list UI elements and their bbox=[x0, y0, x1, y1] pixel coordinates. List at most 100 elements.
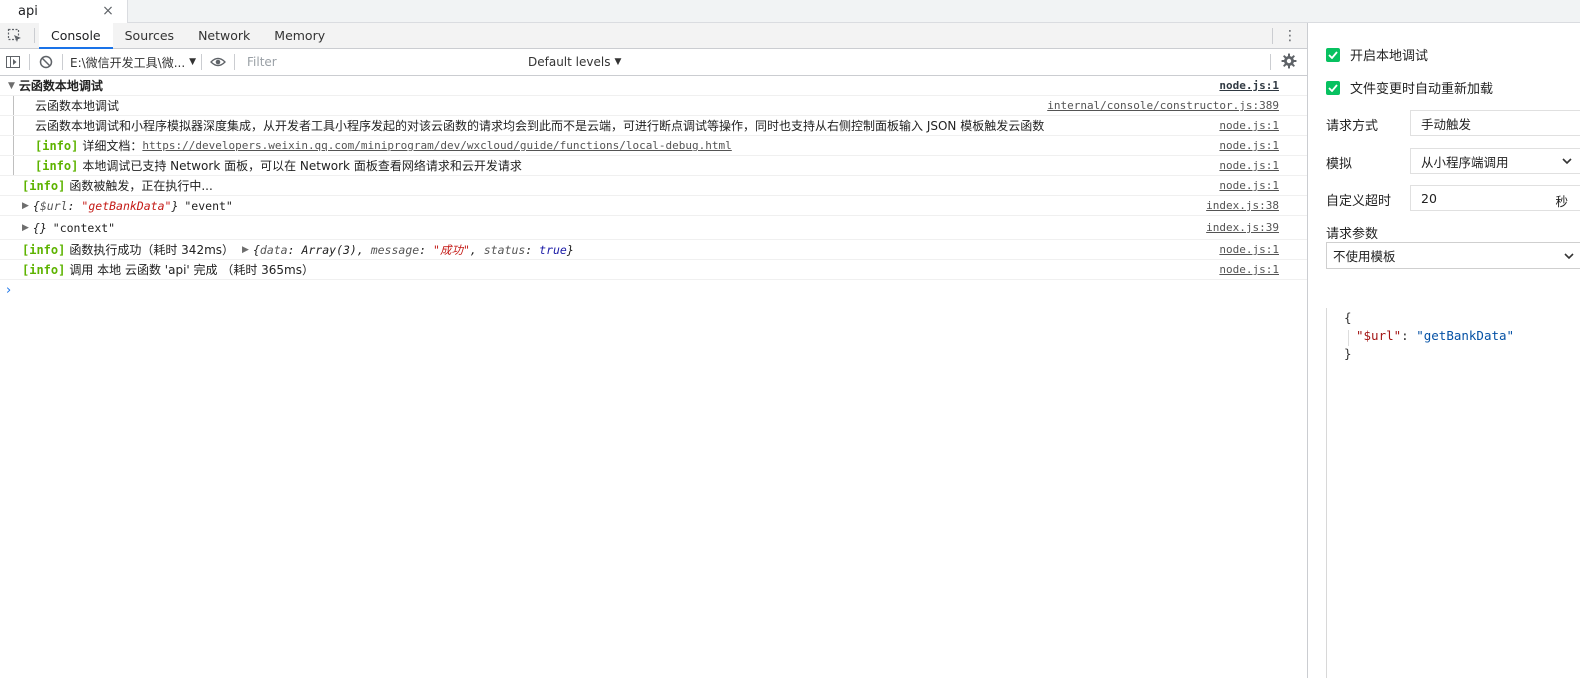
console-group-header[interactable]: ▼ 云函数本地调试 node.js:1 bbox=[0, 76, 1307, 96]
source-link[interactable]: node.js:1 bbox=[1219, 139, 1279, 152]
expand-triangle-icon[interactable]: ▶ bbox=[22, 223, 29, 233]
simulate-value: 从小程序端调用 bbox=[1421, 154, 1509, 170]
console-message: 云函数本地调试 internal/console/constructor.js:… bbox=[0, 96, 1307, 116]
template-value: 不使用模板 bbox=[1333, 249, 1396, 264]
console-message: [info] 本地调试已支持 Network 面板，可以在 Network 面板… bbox=[0, 156, 1307, 176]
menu-separator bbox=[1272, 28, 1273, 44]
console-message-context: ▶ {} "context" index.js:39 bbox=[0, 216, 1307, 240]
json-params-editor[interactable]: { "$url": "getBankData" } bbox=[1326, 308, 1580, 678]
json-line: "$url": "getBankData" bbox=[1356, 328, 1515, 343]
log-levels-dropdown[interactable]: Default levels ▼ bbox=[528, 55, 621, 69]
request-params-label: 请求参数 bbox=[1326, 227, 1379, 242]
indent-guide bbox=[1348, 330, 1349, 346]
source-link[interactable]: node.js:1 bbox=[1219, 119, 1279, 132]
toggle-sidebar-icon[interactable] bbox=[0, 49, 26, 75]
auto-reload-label: 文件变更时自动重新加载 bbox=[1350, 82, 1494, 97]
console-toolbar: E:\微信开发工具\微... ▼ Default levels ▼ bbox=[0, 49, 1307, 76]
message-text: 云函数本地调试和小程序模拟器深度集成，从开发者工具小程序发起的对该云函数的请求均… bbox=[35, 119, 1045, 133]
console-messages: ▼ 云函数本地调试 node.js:1 云函数本地调试 internal/con… bbox=[0, 76, 1307, 300]
console-message: [info] 详细文档： https://developers.weixin.q… bbox=[0, 136, 1307, 156]
toolbar-separator bbox=[201, 54, 202, 70]
toolbar-separator bbox=[234, 54, 235, 70]
enable-local-debug-label: 开启本地调试 bbox=[1350, 49, 1429, 64]
console-prompt[interactable]: › bbox=[0, 280, 1307, 300]
source-link[interactable]: internal/console/constructor.js:389 bbox=[1047, 99, 1279, 112]
info-tag: [info] bbox=[35, 158, 79, 173]
info-tag: [info] bbox=[35, 138, 79, 153]
chevron-down-icon bbox=[1564, 250, 1574, 265]
message-text: 详细文档： bbox=[82, 139, 143, 153]
source-link[interactable]: index.js:39 bbox=[1206, 221, 1279, 234]
simulate-label: 模拟 bbox=[1326, 157, 1353, 172]
tab-separator bbox=[34, 28, 35, 43]
message-text: 函数被触发，正在执行中... bbox=[69, 179, 213, 193]
filter-input[interactable] bbox=[242, 52, 518, 72]
message-text: 调用 本地 云函数 'api' 完成 （耗时 365ms） bbox=[69, 263, 314, 277]
caret-down-icon: ▼ bbox=[189, 57, 197, 67]
devtools-tab-bar: Console Sources Network Memory ⋮ bbox=[0, 23, 1307, 49]
clear-console-icon[interactable] bbox=[33, 49, 59, 75]
checkmark-icon bbox=[1326, 47, 1340, 62]
enable-local-debug-checkbox[interactable]: 开启本地调试 bbox=[1326, 45, 1428, 64]
source-link[interactable]: node.js:1 bbox=[1219, 179, 1279, 192]
tab-network[interactable]: Network bbox=[186, 23, 262, 48]
json-close-brace: } bbox=[1344, 346, 1352, 361]
local-debug-panel: 开启本地调试 文件变更时自动重新加载 请求方式 手动触发 模拟 从小程序端调用 … bbox=[1309, 23, 1580, 678]
console-message: [info] 函数被触发，正在执行中... node.js:1 bbox=[0, 176, 1307, 196]
result-object-preview[interactable]: {data: Array(3), message: "成功", status: … bbox=[253, 242, 574, 258]
source-link[interactable]: node.js:1 bbox=[1219, 263, 1279, 276]
message-text: 云函数本地调试 bbox=[35, 99, 120, 113]
expand-triangle-icon[interactable]: ▶ bbox=[242, 245, 249, 255]
log-levels-label: Default levels bbox=[528, 55, 611, 69]
simulate-select[interactable]: 从小程序端调用 bbox=[1410, 148, 1580, 174]
timeout-label: 自定义超时 bbox=[1326, 194, 1392, 209]
context-label: "context" bbox=[52, 220, 116, 235]
expand-triangle-icon[interactable]: ▶ bbox=[22, 201, 29, 211]
auto-reload-checkbox[interactable]: 文件变更时自动重新加载 bbox=[1326, 78, 1493, 97]
more-options-icon[interactable]: ⋮ bbox=[1283, 27, 1297, 45]
timeout-value: 20 bbox=[1421, 190, 1437, 206]
caret-down-icon: ▼ bbox=[614, 57, 622, 67]
group-indent-line bbox=[13, 136, 14, 155]
group-indent-line bbox=[13, 156, 14, 175]
source-link[interactable]: node.js:1 bbox=[1219, 159, 1279, 172]
source-link[interactable]: index.js:38 bbox=[1206, 199, 1279, 212]
event-label: "event" bbox=[184, 198, 233, 213]
event-object-preview[interactable]: {$url: "getBankData"} bbox=[33, 199, 178, 213]
source-link[interactable]: node.js:1 bbox=[1219, 79, 1279, 92]
window-tab-title: api bbox=[18, 4, 38, 19]
toolbar-separator bbox=[1270, 54, 1271, 70]
console-message-success: [info] 函数执行成功（耗时 342ms） ▶ {data: Array(3… bbox=[0, 240, 1307, 260]
expand-triangle-icon[interactable]: ▼ bbox=[8, 81, 15, 91]
gear-icon[interactable] bbox=[1281, 53, 1299, 71]
window-tabstrip: api × bbox=[0, 0, 1580, 23]
inspect-element-icon[interactable] bbox=[0, 23, 30, 48]
chevron-down-icon bbox=[1562, 155, 1572, 170]
checkmark-icon bbox=[1326, 80, 1340, 95]
group-indent-line bbox=[13, 96, 14, 115]
message-text: 函数执行成功（耗时 342ms） bbox=[69, 243, 235, 257]
live-expression-eye-icon[interactable] bbox=[205, 49, 231, 75]
tab-memory[interactable]: Memory bbox=[262, 23, 337, 48]
toolbar-separator bbox=[62, 54, 63, 70]
request-method-value: 手动触发 bbox=[1421, 116, 1472, 132]
template-select[interactable]: 不使用模板 bbox=[1326, 242, 1580, 269]
request-method-field[interactable]: 手动触发 bbox=[1410, 110, 1580, 136]
context-selector[interactable]: E:\微信开发工具\微... ▼ bbox=[66, 52, 198, 72]
group-indent-line bbox=[13, 116, 14, 135]
timeout-unit: 秒 bbox=[1555, 194, 1568, 209]
context-object-preview[interactable]: {} bbox=[33, 221, 47, 235]
tab-console[interactable]: Console bbox=[39, 23, 113, 49]
toolbar-separator bbox=[29, 54, 30, 70]
message-text: 本地调试已支持 Network 面板，可以在 Network 面板查看网络请求和… bbox=[82, 159, 522, 173]
devtools-pane: Console Sources Network Memory ⋮ E:\微信开发… bbox=[0, 23, 1308, 678]
context-selector-label: E:\微信开发工具\微... bbox=[70, 55, 186, 70]
docs-link[interactable]: https://developers.weixin.qq.com/minipro… bbox=[142, 139, 731, 152]
request-method-label: 请求方式 bbox=[1326, 119, 1379, 134]
window-tab-api[interactable]: api × bbox=[0, 0, 128, 23]
source-link[interactable]: node.js:1 bbox=[1219, 243, 1279, 256]
close-icon[interactable]: × bbox=[100, 3, 116, 19]
timeout-input[interactable]: 20 秒 bbox=[1410, 185, 1580, 211]
info-tag: [info] bbox=[22, 242, 66, 257]
tab-sources[interactable]: Sources bbox=[113, 23, 186, 48]
